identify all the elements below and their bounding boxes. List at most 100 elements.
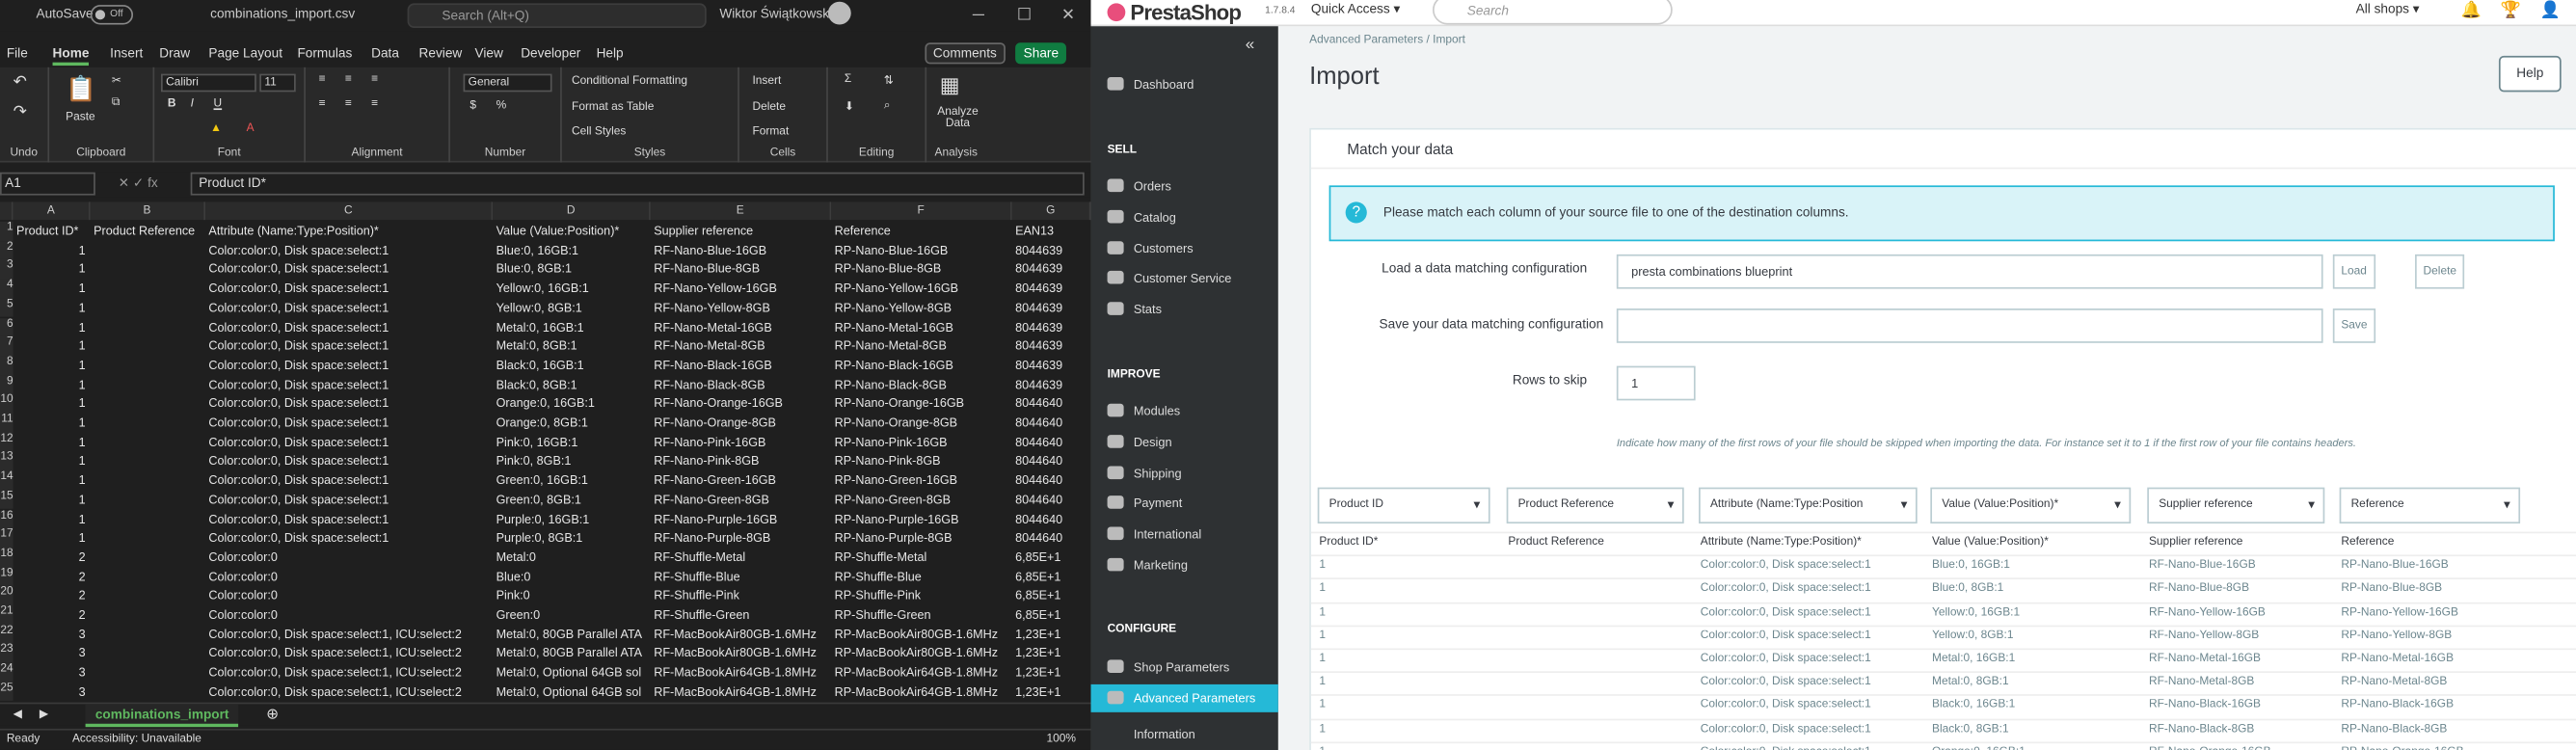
cell[interactable] [94, 433, 205, 452]
column-mapping-select[interactable]: Reference [2339, 487, 2521, 524]
sidebar-item-modules[interactable]: Modules [1107, 403, 1180, 418]
row-header[interactable]: 21 [0, 605, 13, 626]
cell[interactable]: RF-Shuffle-Metal [654, 548, 831, 567]
cell[interactable]: 3 [16, 644, 91, 663]
cell[interactable]: 3 [16, 663, 91, 683]
row-header[interactable]: 3 [0, 259, 13, 280]
cell[interactable]: RF-Nano-Yellow-8GB [654, 298, 831, 317]
row-header[interactable]: 7 [0, 336, 13, 357]
undo-icon[interactable]: ↶ [13, 74, 27, 93]
cell[interactable] [94, 336, 205, 356]
cell[interactable]: RP-Nano-Blue-8GB [835, 260, 1012, 280]
percent-icon[interactable]: % [496, 100, 507, 112]
save-config-input[interactable] [1616, 308, 2323, 343]
cell[interactable]: Color:color:0 [208, 548, 493, 567]
cell[interactable]: 8044640 [1015, 433, 1090, 452]
sheet-tab[interactable]: combinations_import [85, 704, 239, 728]
row-header[interactable]: 2 [0, 240, 13, 260]
cell[interactable]: Color:color:0, Disk space:select:1 [208, 452, 493, 471]
cell[interactable]: 8044640 [1015, 394, 1090, 414]
save-button[interactable]: Save [2332, 308, 2376, 343]
align-top-icon[interactable]: ≡ [319, 74, 326, 86]
cell[interactable]: RP-Nano-Blue-16GB [835, 241, 1012, 260]
cell[interactable]: RF-Nano-Green-8GB [654, 491, 831, 510]
ribbon-tab-page-layout[interactable]: Page Layout [208, 46, 282, 61]
cell[interactable]: 1,23E+1 [1015, 625, 1090, 644]
cell-styles-button[interactable]: Cell Styles [572, 126, 626, 138]
accessibility-status[interactable]: Accessibility: Unavailable [72, 734, 201, 745]
cell[interactable] [94, 528, 205, 548]
cell[interactable]: RF-Nano-Black-8GB [654, 375, 831, 394]
format-as-table-button[interactable]: Format as Table [572, 102, 654, 114]
cell[interactable]: Yellow:0, 8GB:1 [496, 298, 651, 317]
column-header-F[interactable]: F [831, 201, 1012, 221]
cell[interactable]: Purple:0, 16GB:1 [496, 510, 651, 529]
cell[interactable]: Pink:0, 16GB:1 [496, 433, 651, 452]
maximize-icon[interactable]: ☐ [1017, 7, 1032, 25]
row-header[interactable]: 13 [0, 451, 13, 471]
cell[interactable]: Color:color:0, Disk space:select:1, ICU:… [208, 683, 493, 702]
all-shops-menu[interactable]: All shops ▾ [2356, 2, 2420, 16]
align-center-icon[interactable]: ≡ [345, 98, 352, 110]
underline-icon[interactable]: U [214, 98, 223, 110]
cell[interactable]: 8044639 [1015, 317, 1090, 336]
cell[interactable]: Orange:0, 8GB:1 [496, 414, 651, 433]
cell[interactable]: 1 [16, 491, 91, 510]
cell[interactable]: RF-MacBookAir64GB-1.8MHz [654, 683, 831, 702]
cell[interactable]: RF-Nano-Pink-16GB [654, 433, 831, 452]
cell[interactable]: RP-Nano-Green-8GB [835, 491, 1012, 510]
cell[interactable]: RP-Nano-Green-16GB [835, 471, 1012, 491]
name-box[interactable]: A1 [0, 172, 95, 196]
spreadsheet-grid[interactable]: A B C D E F G 1 Product ID* Product Reference Attr… [0, 201, 1091, 703]
cell[interactable]: Color:color:0, Disk space:select:1, ICU:… [208, 625, 493, 644]
cell[interactable]: RF-Nano-Pink-8GB [654, 452, 831, 471]
column-mapping-select[interactable]: Product Reference [1506, 487, 1684, 524]
cell[interactable]: Metal:0, 80GB Parallel ATA [496, 644, 651, 663]
copy-icon[interactable]: ⧉ [112, 96, 121, 110]
ps-search-input[interactable]: Search [1432, 0, 1673, 25]
cell[interactable]: Pink:0 [496, 586, 651, 605]
sidebar-item-shop-parameters[interactable]: Shop Parameters [1107, 659, 1229, 675]
sidebar-item-advanced-parameters[interactable]: Advanced Parameters [1107, 690, 1255, 706]
column-header-C[interactable]: C [205, 201, 494, 221]
cell[interactable] [94, 356, 205, 375]
format-cells-button[interactable]: Format [752, 126, 789, 138]
cell[interactable]: 8044639 [1015, 356, 1090, 375]
cell[interactable]: 2 [16, 567, 91, 586]
find-icon[interactable]: ⌕ [884, 100, 891, 114]
cell[interactable]: 8044639 [1015, 260, 1090, 280]
cell[interactable] [94, 241, 205, 260]
row-header[interactable]: 23 [0, 644, 13, 663]
cell[interactable]: 1 [16, 298, 91, 317]
cell[interactable]: RF-Nano-Metal-8GB [654, 336, 831, 356]
cell[interactable]: 1 [16, 241, 91, 260]
row-header[interactable]: 6 [0, 317, 13, 337]
cell[interactable]: Color:color:0, Disk space:select:1 [208, 280, 493, 299]
formula-input[interactable]: Product ID* [190, 172, 1085, 196]
sidebar-item-stats[interactable]: Stats [1107, 302, 1162, 317]
cell[interactable]: RP-Nano-Metal-16GB [835, 317, 1012, 336]
cell[interactable]: 8044640 [1015, 528, 1090, 548]
cell[interactable]: 1,23E+1 [1015, 683, 1090, 702]
cell[interactable] [94, 394, 205, 414]
cell[interactable]: RF-Nano-Metal-16GB [654, 317, 831, 336]
font-name-combo[interactable]: Calibri [161, 73, 256, 93]
ribbon-tab-developer[interactable]: Developer [521, 46, 580, 61]
user-icon[interactable]: 👤 [2540, 2, 2561, 20]
cell[interactable]: RF-Shuffle-Blue [654, 567, 831, 586]
cell[interactable]: Color:color:0, Disk space:select:1 [208, 298, 493, 317]
cell[interactable]: 8044640 [1015, 510, 1090, 529]
sidebar-item-customer-service[interactable]: Customer Service [1107, 270, 1231, 285]
autosave-toggle[interactable]: Off [90, 5, 134, 25]
cell[interactable]: Reference [835, 222, 1012, 241]
cell[interactable]: Black:0, 8GB:1 [496, 375, 651, 394]
row-header[interactable]: 19 [0, 567, 13, 587]
cell[interactable]: 6,85E+1 [1015, 586, 1090, 605]
cell[interactable] [94, 317, 205, 336]
analyze-data-icon[interactable]: ▦ [940, 72, 960, 98]
cell[interactable]: 8044639 [1015, 298, 1090, 317]
sidebar-item-payment[interactable]: Payment [1107, 496, 1182, 510]
cell[interactable] [94, 491, 205, 510]
cell[interactable]: Color:color:0 [208, 605, 493, 625]
sidebar-item-orders[interactable]: Orders [1107, 178, 1171, 194]
